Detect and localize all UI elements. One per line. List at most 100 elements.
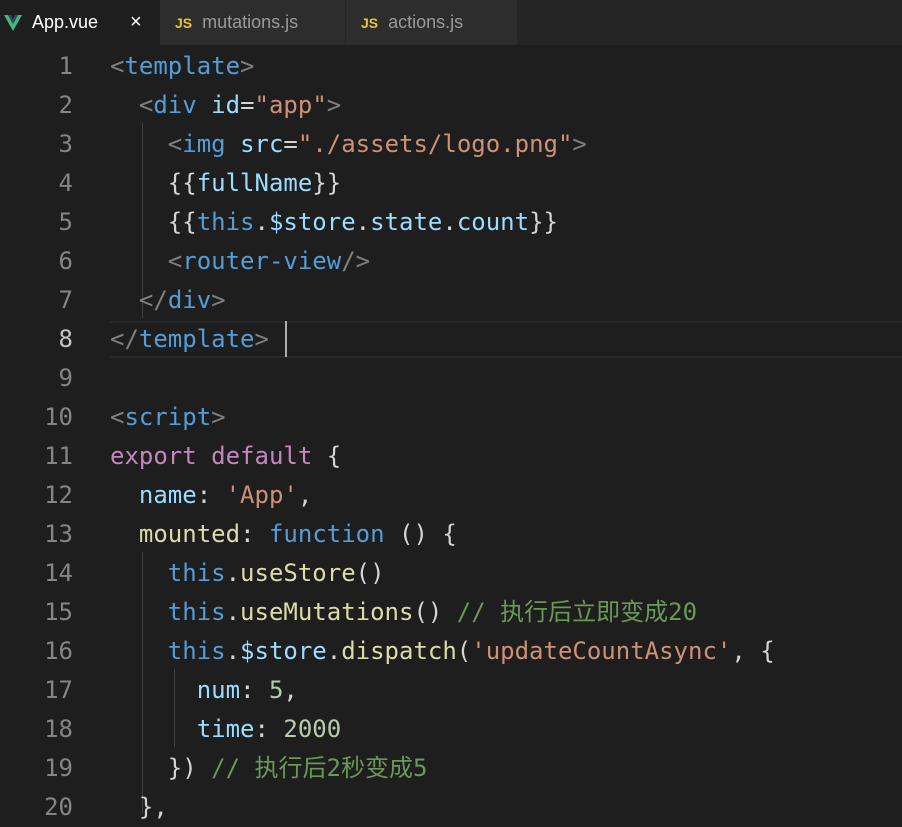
code-line[interactable]: 3 <img src="./assets/logo.png"> <box>0 125 902 164</box>
code-line[interactable]: 8 </template> <box>0 320 902 359</box>
line-number: 13 <box>44 520 73 548</box>
code-line[interactable]: 12 name: 'App', <box>0 476 902 515</box>
code-token: }) <box>167 754 212 782</box>
code-line[interactable]: 13 mounted: function () { <box>0 515 902 554</box>
code-token: > <box>211 403 226 431</box>
code-token: $store <box>240 637 327 665</box>
code-line[interactable]: 20 }, <box>0 788 902 827</box>
code-line[interactable]: 7 </div> <box>0 281 902 320</box>
line-number: 16 <box>44 637 73 665</box>
line-number: 8 <box>58 325 73 353</box>
code-token: < <box>138 91 154 119</box>
line-number: 10 <box>44 403 73 431</box>
code-token: }, <box>138 793 168 821</box>
code-editor[interactable]: 1 <template> 2 <div id="app"> 3 <img src=".… <box>0 45 902 821</box>
code-token: < <box>110 403 125 431</box>
code-token: this <box>196 208 255 236</box>
code-token: . <box>225 637 241 665</box>
code-text: this.useStore() <box>110 554 385 593</box>
line-number: 20 <box>44 793 73 821</box>
code-token: name <box>138 481 197 509</box>
code-token: id <box>211 91 241 119</box>
code-token: . <box>326 637 342 665</box>
code-token: . <box>225 598 241 626</box>
code-token: src <box>240 130 284 158</box>
code-line[interactable]: 18 time: 2000 <box>0 710 902 749</box>
code-token: > <box>254 325 269 353</box>
code-text: }, <box>110 788 168 827</box>
line-number: 7 <box>58 286 73 314</box>
tab-label: App.vue <box>32 12 99 32</box>
code-token: = <box>240 91 255 119</box>
code-line[interactable]: 16 this.$store.dispatch('updateCountAsyn… <box>0 632 902 671</box>
code-token: () { <box>384 520 457 548</box>
code-line[interactable]: 1 <template> <box>0 47 902 86</box>
code-token: , <box>297 481 313 509</box>
code-line[interactable]: 6 <router-view/> <box>0 242 902 281</box>
code-token: state <box>370 208 443 236</box>
code-token: ( <box>456 637 472 665</box>
code-token: 'App' <box>225 481 298 509</box>
code-token: num <box>196 676 241 704</box>
line-number: 1 <box>58 52 73 80</box>
code-line[interactable]: 15 this.useMutations() // 执行后立即变成20 <box>0 593 902 632</box>
code-line[interactable]: 19 }) // 执行后2秒变成5 <box>0 749 902 788</box>
code-token: this <box>167 637 226 665</box>
code-text: this.useMutations() // 执行后立即变成20 <box>110 593 697 632</box>
code-token: img <box>182 130 226 158</box>
code-line[interactable]: 17 num: 5, <box>0 671 902 710</box>
code-token: "./assets/logo.png" <box>297 130 573 158</box>
code-line[interactable]: 2 <div id="app"> <box>0 86 902 125</box>
line-number: 5 <box>58 208 73 236</box>
code-text: <script> <box>110 398 226 437</box>
line-number: 15 <box>44 598 73 626</box>
code-token: > <box>240 52 255 80</box>
code-token: 5 <box>268 676 284 704</box>
tab-label: actions.js <box>388 12 464 32</box>
code-token: export <box>110 442 197 470</box>
code-token: dispatch <box>341 637 457 665</box>
code-token: . <box>355 208 371 236</box>
tab-app-vue[interactable]: App.vue × <box>0 0 160 45</box>
line-number: 17 <box>44 676 73 704</box>
code-line[interactable]: 14 this.useStore() <box>0 554 902 593</box>
code-token: () <box>413 598 457 626</box>
code-token: fullName <box>196 169 313 197</box>
close-icon[interactable]: × <box>130 11 142 34</box>
code-token: this <box>167 598 226 626</box>
code-line[interactable]: 10 <script> <box>0 398 902 437</box>
code-token: default <box>211 442 313 470</box>
code-line[interactable]: 9 <box>0 359 902 398</box>
code-line[interactable]: 4 {{fullName}} <box>0 164 902 203</box>
editor-tab-bar: App.vue × JS mutations.js JS actions.js <box>0 0 902 45</box>
code-token: div <box>167 286 212 314</box>
js-file-icon: JS <box>175 14 193 31</box>
line-number: 12 <box>44 481 73 509</box>
code-token: : <box>240 676 269 704</box>
tab-actions-js[interactable]: JS actions.js <box>346 0 518 45</box>
code-token: . <box>254 208 269 236</box>
code-token: . <box>225 559 241 587</box>
code-token: count <box>456 208 530 236</box>
js-file-icon: JS <box>361 14 379 31</box>
code-text: </template> <box>110 320 269 359</box>
code-token: div <box>153 91 197 119</box>
code-token: < <box>110 52 125 80</box>
code-token: /> <box>341 247 371 275</box>
code-line[interactable]: 11 export default { <box>0 437 902 476</box>
code-text: export default { <box>110 437 341 476</box>
code-token: </ <box>110 325 139 353</box>
code-text: {{fullName}} <box>110 164 341 203</box>
code-line[interactable]: 5 {{this.$store.state.count}} <box>0 203 902 242</box>
tab-mutations-js[interactable]: JS mutations.js <box>160 0 346 45</box>
